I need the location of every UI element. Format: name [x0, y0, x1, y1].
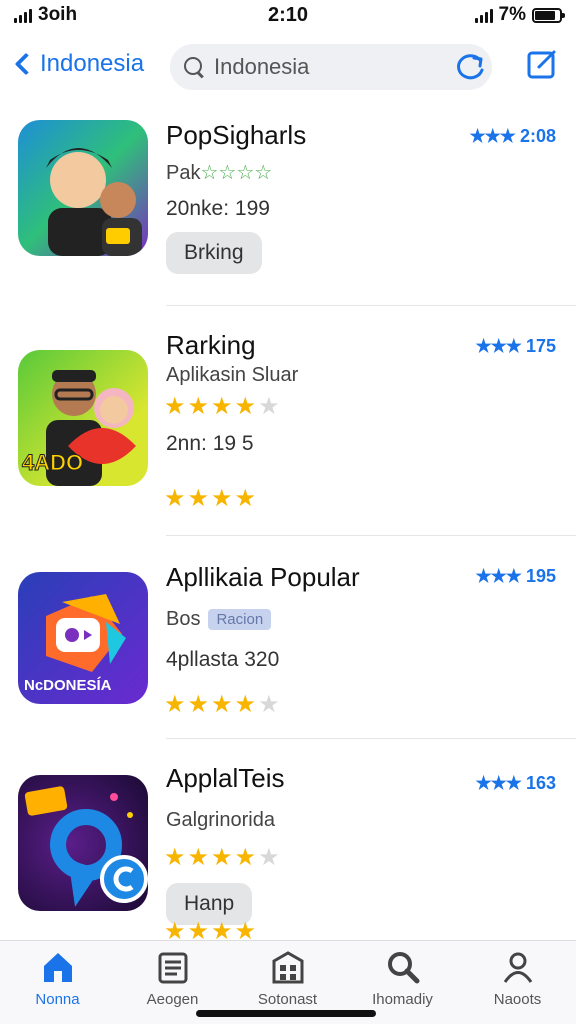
tab-home[interactable]: Nonna: [0, 949, 115, 1008]
battery-group: 7%: [474, 4, 565, 26]
right-rating: ★★★ 2:08: [470, 126, 556, 147]
app-icon[interactable]: NcDONESÍA: [18, 572, 148, 704]
rating-value: 175: [525, 336, 556, 356]
back-button[interactable]: Indonesia: [8, 50, 144, 78]
tab-search[interactable]: Ihomadiy: [345, 949, 460, 1008]
search-icon: [387, 952, 419, 984]
divider: [166, 535, 576, 536]
search-icon: [184, 57, 204, 77]
right-rating: ★★★ 195: [476, 566, 556, 587]
rating-stars: ★★★: [475, 566, 522, 586]
rating-value: 195: [525, 566, 556, 586]
status-bar: 3oih 2:10 7%: [0, 0, 576, 32]
rating-stars: ★★★★★: [164, 844, 282, 871]
rating-stars: ★★★: [475, 336, 522, 356]
rating-stars: ★★★: [475, 773, 522, 793]
app-subtitle: Galgrinorida: [166, 809, 275, 831]
battery-percent: 7%: [498, 4, 526, 25]
divider: [166, 305, 576, 306]
category-badge: Racion: [208, 609, 272, 631]
rating-stars: ★★★★: [164, 485, 259, 512]
rating-value: 163: [525, 773, 556, 793]
list-icon: [158, 952, 187, 984]
app-meta: 2nn: 19 5: [166, 432, 254, 455]
app-subtitle: Aplikasin Sluar: [166, 364, 299, 386]
rating-value: 2:08: [519, 126, 556, 146]
home-icon: [43, 953, 72, 982]
app-meta: 20nke: 199: [166, 197, 270, 220]
home-indicator: [196, 1010, 376, 1017]
app-subtitle-text: Bos: [166, 608, 201, 630]
app-title: ApplalTeis: [166, 763, 285, 793]
battery-icon: [532, 7, 565, 23]
app-icon[interactable]: 4ADO: [18, 350, 148, 486]
tab-list[interactable]: Aeogen: [115, 949, 230, 1008]
refresh-icon[interactable]: [454, 52, 486, 82]
nav-bar: Indonesia: [0, 38, 576, 96]
app-title: Apllikaia Popular: [166, 562, 360, 592]
icon-text: NcDONESÍA: [24, 677, 112, 694]
tab-profile[interactable]: Naoots: [460, 949, 575, 1008]
signal-icon: [474, 7, 493, 23]
tab-label: Naoots: [493, 991, 542, 1008]
rating-stars: ★★★: [469, 126, 516, 146]
divider: [166, 738, 576, 739]
chevron-left-icon: [14, 52, 38, 76]
list-item[interactable]: PopSighar​ls Pak☆☆☆☆ 20nke: 199 Brking ★…: [0, 110, 576, 306]
app-subtitle: Bos Racion: [166, 608, 272, 631]
list-item[interactable]: ApplalTeis Galgrinorida ★★★★★ Hanp ★★★★ …: [0, 753, 576, 945]
app-icon-art: [46, 148, 142, 256]
app-meta: 4pllasta 320: [166, 648, 280, 671]
tab-label: Aeogen: [146, 991, 199, 1008]
app-subtitle: Pak☆☆☆☆: [166, 160, 272, 185]
list-item[interactable]: NcDONESÍA Apllikaia Popular Bos Racion 4p…: [0, 550, 576, 739]
search-input[interactable]: [214, 54, 434, 80]
app-title: Rarking: [166, 330, 256, 360]
app-icon-art: [24, 786, 148, 907]
person-icon: [503, 952, 532, 983]
app-title: PopSighar​ls: [166, 120, 307, 150]
back-label: Indonesia: [40, 50, 145, 77]
app-icon-art: NcDONESÍA: [24, 594, 126, 694]
rating-stars: ★★★★★: [164, 691, 282, 718]
ranking-button[interactable]: Brking: [166, 232, 262, 274]
right-rating: ★★★ 175: [476, 336, 556, 357]
compose-icon[interactable]: [526, 48, 558, 80]
tab-label: Nonna: [35, 991, 80, 1008]
right-rating: ★★★ 163: [476, 773, 556, 794]
rating-stars: ★★★★★: [164, 393, 282, 420]
app-icon[interactable]: [18, 775, 148, 911]
search-field[interactable]: [170, 44, 492, 90]
rating-stars: ☆☆☆☆: [200, 162, 273, 184]
app-icon[interactable]: [18, 120, 148, 256]
app-icon-art: 4ADO: [22, 370, 136, 486]
list-item[interactable]: 4ADO Rarking Aplikasin Sluar ★★★★★ 2nn: …: [0, 320, 576, 536]
tab-label: Ihomadiy: [372, 991, 433, 1008]
icon-text: 4ADO: [22, 450, 83, 475]
tab-store[interactable]: Sotonast: [230, 949, 345, 1008]
tab-label: Sotonast: [257, 991, 318, 1008]
store-icon: [272, 951, 303, 984]
app-subtitle-text: Pak: [166, 162, 201, 184]
